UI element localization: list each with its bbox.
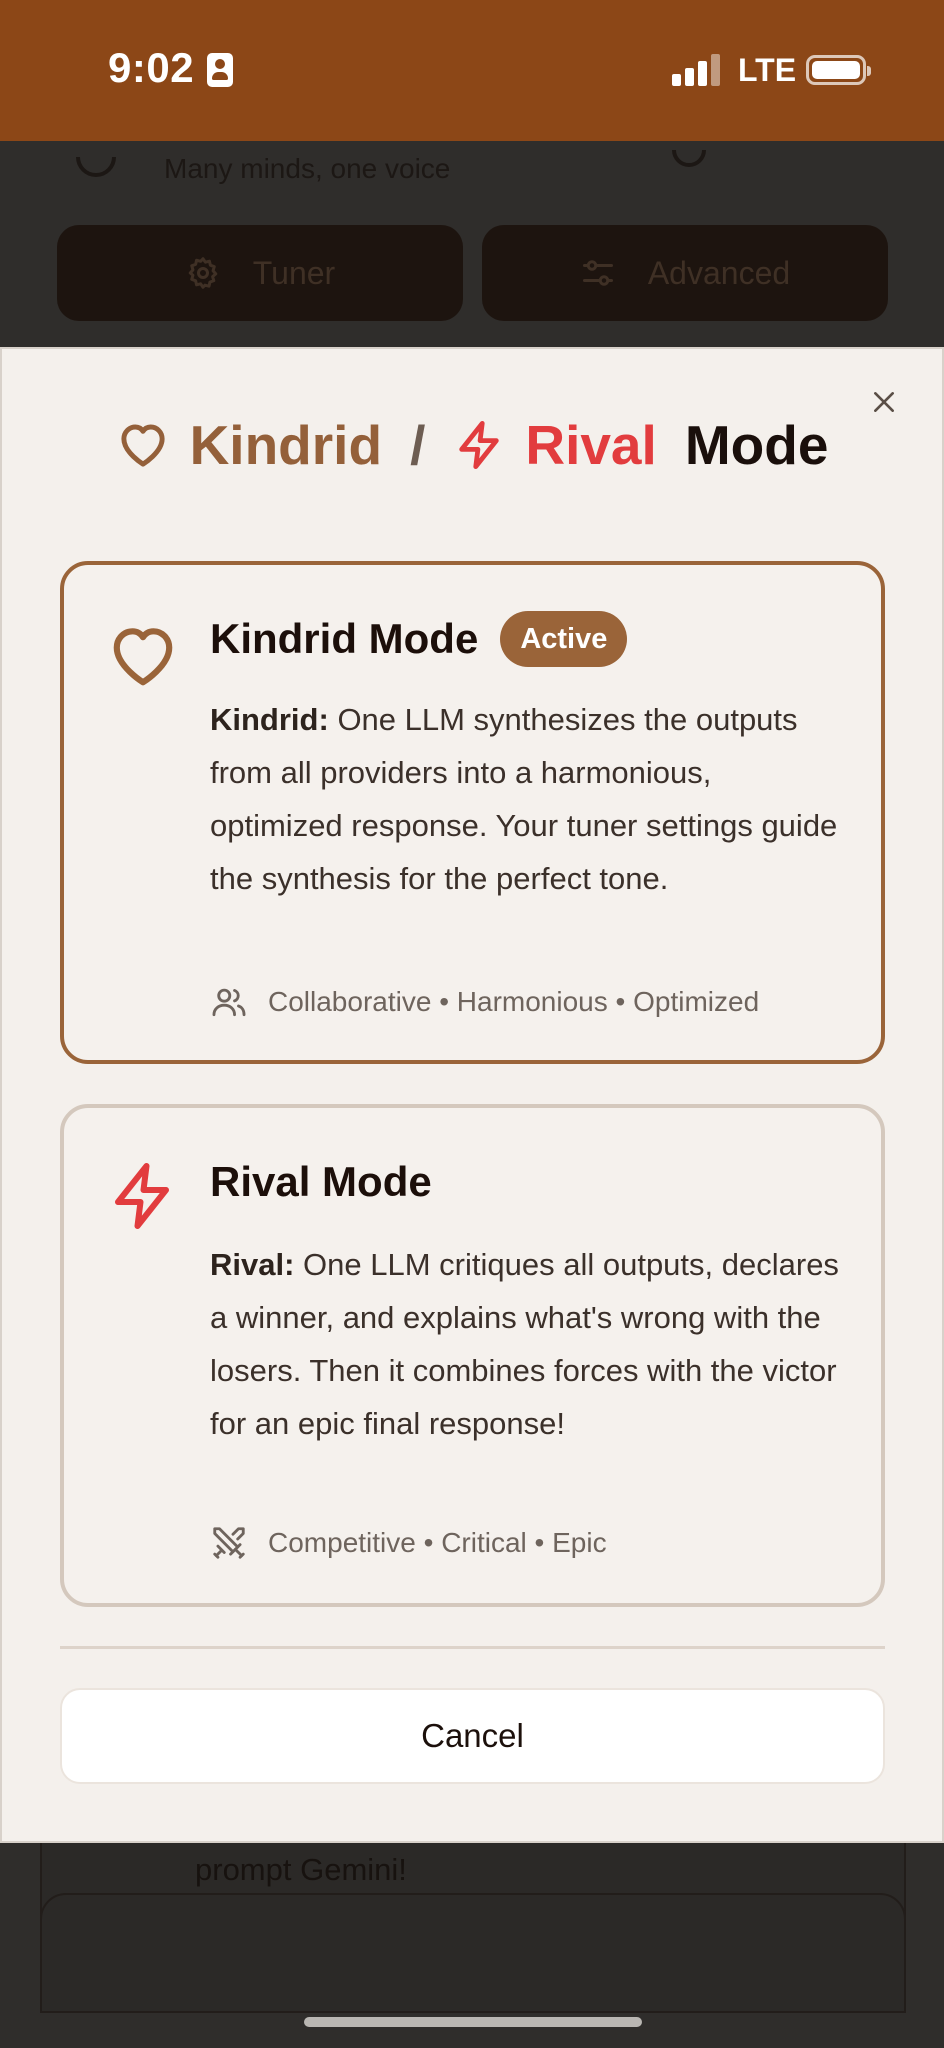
sliders-icon bbox=[582, 260, 613, 286]
gear-icon bbox=[188, 257, 218, 289]
swords-icon bbox=[213, 1527, 245, 1559]
advanced-button: Advanced bbox=[482, 225, 888, 321]
rival-card-tags: Competitive • Critical • Epic bbox=[210, 1524, 607, 1562]
kindrid-desc-label: Kindrid: bbox=[210, 702, 329, 737]
kindrid-card-description: Kindrid: One LLM synthesizes the outputs… bbox=[210, 693, 850, 905]
heart-icon bbox=[120, 424, 165, 467]
modal-title: Kindrid / Rival Mode bbox=[0, 410, 944, 480]
cancel-button[interactable]: Cancel bbox=[60, 1688, 885, 1784]
advanced-label: Advanced bbox=[647, 254, 791, 291]
background-card-2 bbox=[40, 1893, 906, 2013]
bolt-icon bbox=[459, 420, 500, 470]
rival-card-title: Rival Mode bbox=[210, 1158, 432, 1205]
signal-icon bbox=[672, 54, 720, 86]
title-rival: Rival bbox=[525, 414, 657, 476]
tuner-label: Tuner bbox=[252, 254, 336, 291]
bolt-icon bbox=[115, 1163, 169, 1229]
modal-divider bbox=[60, 1646, 885, 1649]
heart-icon bbox=[113, 628, 173, 686]
rival-card-header: Rival Mode bbox=[210, 1158, 432, 1206]
title-mode: Mode bbox=[684, 414, 829, 476]
rival-mode-card[interactable]: Rival Mode Rival: One LLM critiques all … bbox=[60, 1104, 885, 1607]
tuner-button: Tuner bbox=[57, 225, 463, 321]
rival-desc-text: One LLM critiques all outputs, declares … bbox=[210, 1247, 839, 1441]
contact-card-icon bbox=[207, 53, 233, 87]
app-tagline: Many minds, one voice bbox=[164, 153, 451, 184]
kindrid-card-title: Kindrid Mode bbox=[210, 615, 479, 662]
kindrid-mode-card[interactable]: Kindrid Mode Active Kindrid: One LLM syn… bbox=[60, 561, 885, 1064]
network-type: LTE bbox=[738, 52, 797, 88]
battery-icon bbox=[806, 55, 871, 85]
rival-desc-label: Rival: bbox=[210, 1247, 295, 1282]
active-badge: Active bbox=[500, 611, 628, 667]
home-indicator bbox=[304, 2017, 642, 2027]
kindrid-card-header: Kindrid Mode Active bbox=[210, 611, 628, 667]
title-separator: / bbox=[410, 414, 426, 476]
status-bar: 9:02 LTE bbox=[0, 0, 944, 141]
rival-tags-text: Competitive • Critical • Epic bbox=[268, 1527, 607, 1558]
rival-card-description: Rival: One LLM critiques all outputs, de… bbox=[210, 1238, 850, 1450]
status-time: 9:02 bbox=[108, 44, 195, 91]
logo-icon bbox=[76, 157, 116, 177]
title-kindrid: Kindrid bbox=[189, 414, 383, 476]
background-card-text: prompt Gemini! bbox=[195, 1852, 407, 1887]
users-icon bbox=[212, 988, 246, 1017]
kindrid-card-tags: Collaborative • Harmonious • Optimized bbox=[210, 983, 759, 1021]
kindrid-tags-text: Collaborative • Harmonious • Optimized bbox=[268, 986, 760, 1017]
